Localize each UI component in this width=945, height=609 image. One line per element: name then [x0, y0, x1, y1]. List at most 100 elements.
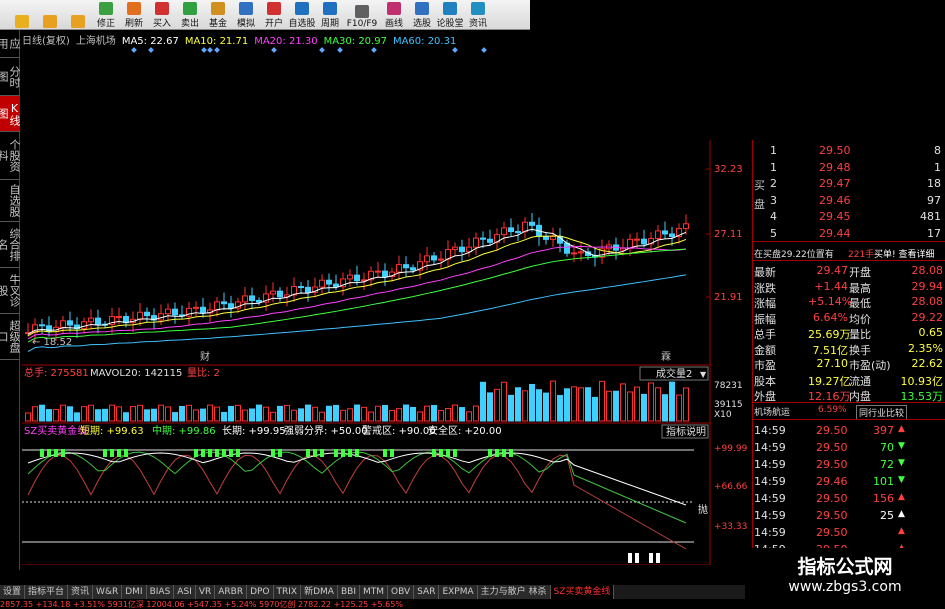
event-marker-icon[interactable]	[371, 47, 377, 53]
toolbar-button-clock[interactable]: 周期	[316, 0, 344, 29]
side-label: 买	[754, 179, 765, 192]
indicator-tab-18[interactable]: SZ买卖黄金线	[550, 585, 615, 599]
indicator-tab-0[interactable]: 设置	[0, 585, 26, 599]
candle-body	[137, 311, 143, 320]
quote-label: 总手	[754, 328, 776, 341]
price-axis-label: 21.91	[714, 292, 743, 303]
kline-chart[interactable]: 32.23 27.11 21.91 ← 18.52 财 霖总手: 275581 MAVOL2…	[22, 45, 750, 565]
event-marker-icon[interactable]	[452, 47, 458, 53]
fund-icon	[211, 2, 225, 15]
indicator-tab-12[interactable]: BBI	[337, 585, 360, 599]
toolbar-button-down-arrow[interactable]	[64, 0, 92, 29]
finance-marker[interactable]: 财	[200, 350, 210, 363]
indicator-tab-7[interactable]: VR	[195, 585, 216, 599]
order-volume: 1	[934, 160, 941, 174]
event-marker-icon[interactable]	[319, 47, 325, 53]
quote-label: 换手	[849, 343, 871, 357]
toolbar-button-draw[interactable]: 画线	[380, 0, 408, 29]
price-axis-label: 27.11	[714, 229, 743, 240]
left-tab-1[interactable]: 分时图	[0, 58, 21, 96]
left-tab-0[interactable]: 应用	[0, 30, 21, 58]
toolbar-button-select-stock[interactable]: 选股	[408, 0, 436, 29]
volume-bar	[571, 386, 577, 422]
toolbar-button-news[interactable]: 资讯	[464, 0, 492, 29]
volume-dropdown-label: 成交量2	[656, 367, 692, 380]
toolbar-button-f10[interactable]: F10/F9	[344, 0, 380, 29]
indicator-tab-3[interactable]: W&R	[93, 585, 123, 599]
event-marker-icon[interactable]	[131, 47, 137, 53]
tick-volume: 70	[880, 441, 894, 454]
order-book-row: 1 29.50 8	[752, 144, 945, 160]
draw-icon	[387, 2, 401, 15]
toolbar-button-grid[interactable]	[8, 0, 36, 29]
toolbar-button-forum[interactable]: 论股堂	[436, 0, 464, 29]
volume-bar	[123, 412, 129, 422]
buy-signal-block	[439, 449, 443, 457]
indicator-tab-4[interactable]: DMI	[122, 585, 147, 599]
indicator-tab-17[interactable]: 主力与散户 林杀	[477, 585, 551, 599]
f10-icon	[355, 5, 369, 18]
toolbar-button-reload[interactable]: 刷新	[120, 0, 148, 29]
indicator-tab-5[interactable]: BIAS	[146, 585, 175, 599]
event-marker-icon[interactable]	[337, 47, 343, 53]
quote-value: 0.65	[918, 326, 944, 339]
volume-bar	[305, 404, 311, 422]
indicator-tab-16[interactable]: EXPMA	[439, 585, 478, 599]
big-order-link[interactable]: 买单! 查看详细	[874, 247, 934, 260]
indicator-tab-1[interactable]: 指标平台	[25, 585, 69, 599]
toolbar-button-back-arrow[interactable]	[36, 0, 64, 29]
indicator-tab-14[interactable]: OBV	[388, 585, 415, 599]
event-marker-icon[interactable]	[214, 47, 220, 53]
volume-axis-label: 78231	[714, 381, 743, 391]
back-arrow-icon	[43, 15, 57, 28]
tick-price: 29.50	[816, 441, 848, 454]
event-marker-icon[interactable]	[148, 47, 154, 53]
candle-body	[39, 324, 45, 327]
left-tab-7[interactable]: 超级盘口	[0, 314, 21, 360]
toolbar-button-simulate[interactable]: 模拟	[232, 0, 260, 29]
left-tab-6[interactable]: 牛叉诊股	[0, 268, 21, 314]
quote-value: 29.22	[911, 310, 944, 324]
news-icon	[471, 2, 485, 15]
candle-body	[144, 311, 150, 317]
toolbar-button-refresh[interactable]: 修正	[92, 0, 120, 29]
candle-body	[214, 301, 220, 311]
indicator-tab-8[interactable]: ARBR	[215, 585, 248, 599]
toolbar-button-sell[interactable]: 卖出	[176, 0, 204, 29]
event-marker-icon[interactable]	[207, 47, 213, 53]
event-marker[interactable]: 霖	[661, 351, 671, 363]
indicator-tab-2[interactable]: 资讯	[68, 585, 94, 599]
event-marker-icon[interactable]	[481, 47, 487, 53]
indicator-tab-13[interactable]: MTM	[359, 585, 389, 599]
toolbar-button-favorites[interactable]: 自选股	[288, 0, 316, 29]
industry-compare-button[interactable]: 同行业比较	[856, 405, 908, 420]
quote-value: 10.93亿	[900, 374, 944, 388]
indicator-tab-10[interactable]: TRIX	[273, 585, 302, 599]
tick-price: 29.50	[816, 424, 848, 437]
candle-body	[683, 223, 689, 230]
toolbar-label: 修正	[96, 19, 115, 29]
left-tab-2[interactable]: K线图	[0, 96, 21, 132]
left-tab-3[interactable]: 个股资料	[0, 132, 21, 180]
volume-bar	[249, 408, 255, 422]
candle-body	[305, 286, 311, 293]
left-tab-5[interactable]: 综合排名	[0, 222, 21, 268]
event-marker-icon[interactable]	[271, 47, 277, 53]
candle-body	[67, 320, 73, 326]
event-marker-icon[interactable]	[201, 47, 207, 53]
volume-bar	[53, 408, 59, 422]
candle-body	[172, 308, 178, 316]
indicator-tab-9[interactable]: DPO	[247, 585, 274, 599]
up-arrow-icon: ▲	[898, 492, 905, 502]
indicator-tab-6[interactable]: ASI	[174, 585, 196, 599]
toolbar-button-buy[interactable]: 买入	[148, 0, 176, 29]
toolbar-button-account[interactable]: 开户	[260, 0, 288, 29]
indicator-tab-11[interactable]: 新DMA	[301, 585, 338, 599]
volume-bar	[333, 404, 339, 422]
toolbar-button-fund[interactable]: 基金	[204, 0, 232, 29]
volume-bar	[459, 407, 465, 422]
volume-bar	[137, 404, 143, 422]
left-tab-4[interactable]: 自选股	[0, 180, 21, 222]
candle-body	[396, 264, 402, 273]
indicator-tab-15[interactable]: SAR	[414, 585, 440, 599]
